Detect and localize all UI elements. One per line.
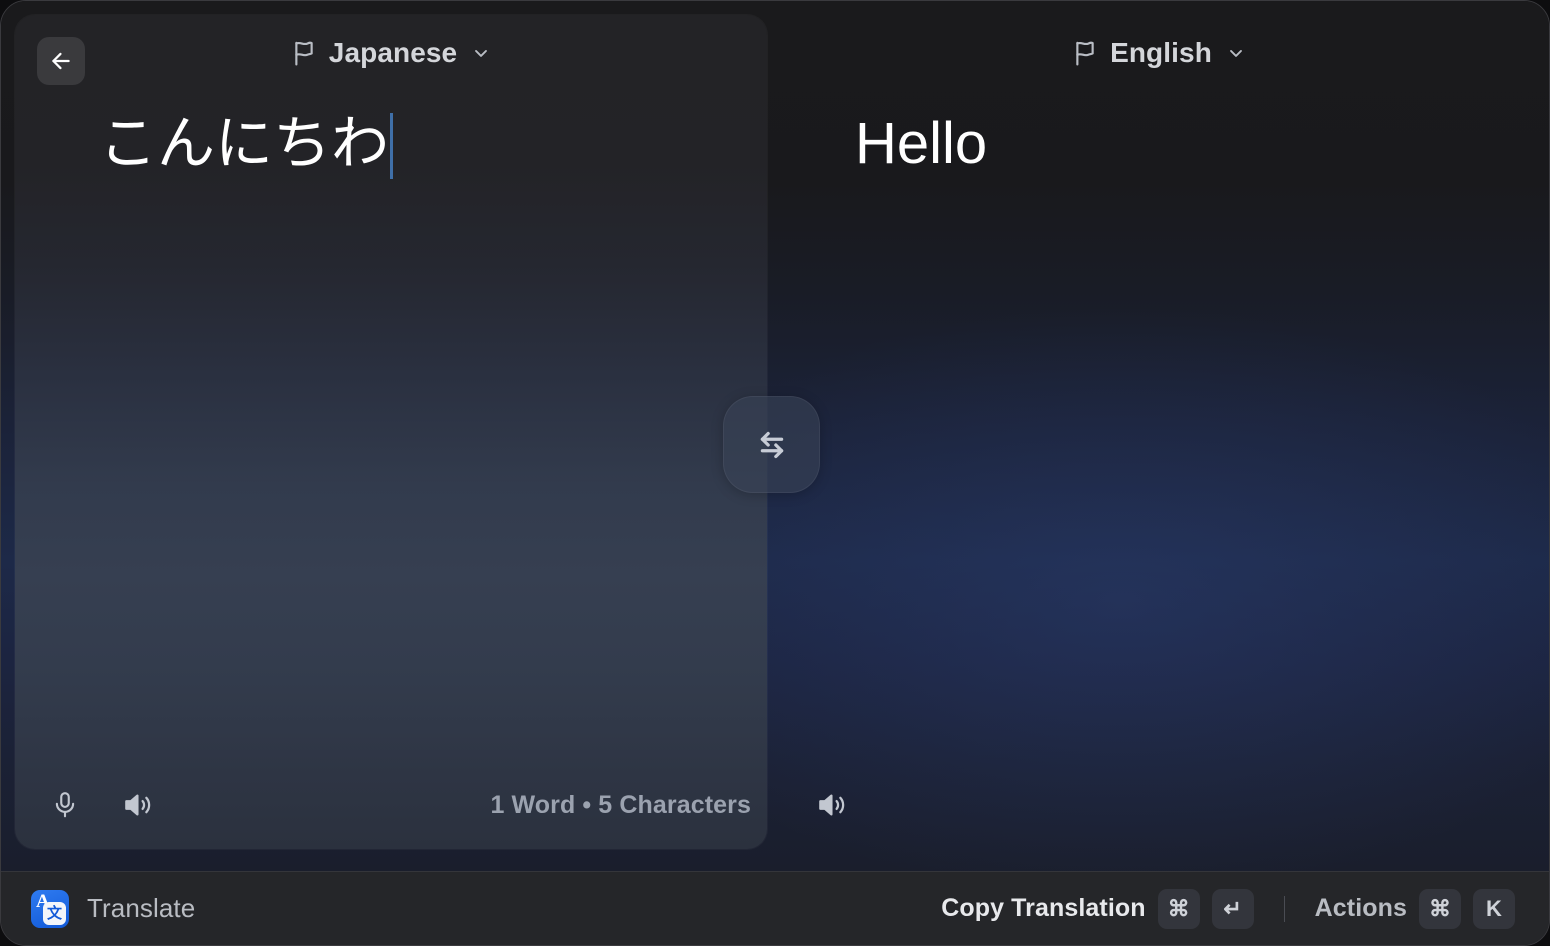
speaker-icon xyxy=(819,794,845,816)
app-identity[interactable]: A 文 Translate xyxy=(23,885,203,933)
back-button[interactable] xyxy=(37,37,85,85)
speaker-icon xyxy=(125,794,151,816)
source-language-selector[interactable]: Japanese xyxy=(281,31,501,75)
text-cursor xyxy=(390,113,394,179)
copy-translation-label: Copy Translation xyxy=(941,894,1146,922)
flag-icon xyxy=(1076,41,1094,66)
actions-label: Actions xyxy=(1314,894,1407,922)
app-icon-chip: 文 xyxy=(43,901,66,925)
key-badge-k: K xyxy=(1473,888,1515,929)
swap-horizontal-icon xyxy=(760,431,783,458)
status-bar-divider xyxy=(1283,895,1285,922)
target-speak-button[interactable] xyxy=(805,779,857,831)
microphone-icon xyxy=(55,792,75,818)
key-badge-command: ⌘ xyxy=(1157,888,1200,929)
status-bar: A 文 Translate Copy Translation ⌘ ↵ Actio… xyxy=(1,871,1549,945)
source-text-input[interactable]: こんにちわ xyxy=(99,109,719,180)
key-badge-return: ↵ xyxy=(1211,888,1254,929)
copy-translation-action[interactable]: Copy Translation ⌘ ↵ xyxy=(933,884,1261,934)
chevron-down-icon xyxy=(475,50,488,57)
target-language-label: English xyxy=(1110,37,1212,68)
translate-app-icon: A 文 xyxy=(31,889,69,928)
app-icon-cjk: 文 xyxy=(46,904,62,922)
arrow-left-icon xyxy=(52,52,70,70)
key-badge-command: ⌘ xyxy=(1419,888,1461,929)
target-text-output: Hello xyxy=(855,111,988,176)
translate-surface: Japanese English こんにちわ Hello 1 Word • 5 … xyxy=(1,1,1549,873)
microphone-button[interactable] xyxy=(39,779,91,831)
target-language-selector[interactable]: English xyxy=(1062,31,1256,75)
swap-languages-button[interactable] xyxy=(723,396,820,493)
source-speak-button[interactable] xyxy=(111,779,163,831)
word-count-label: 1 Word • 5 Characters xyxy=(490,791,751,819)
source-text-value: こんにちわ xyxy=(99,111,390,176)
app-name-label: Translate xyxy=(87,893,196,923)
flag-icon xyxy=(295,41,313,66)
chevron-down-icon xyxy=(1229,50,1242,57)
status-bar-actions: Copy Translation ⌘ ↵ Actions ⌘ K xyxy=(933,884,1523,934)
actions-action[interactable]: Actions ⌘ K xyxy=(1307,884,1523,934)
translate-window: Japanese English こんにちわ Hello 1 Word • 5 … xyxy=(0,0,1550,946)
source-language-label: Japanese xyxy=(328,37,458,68)
